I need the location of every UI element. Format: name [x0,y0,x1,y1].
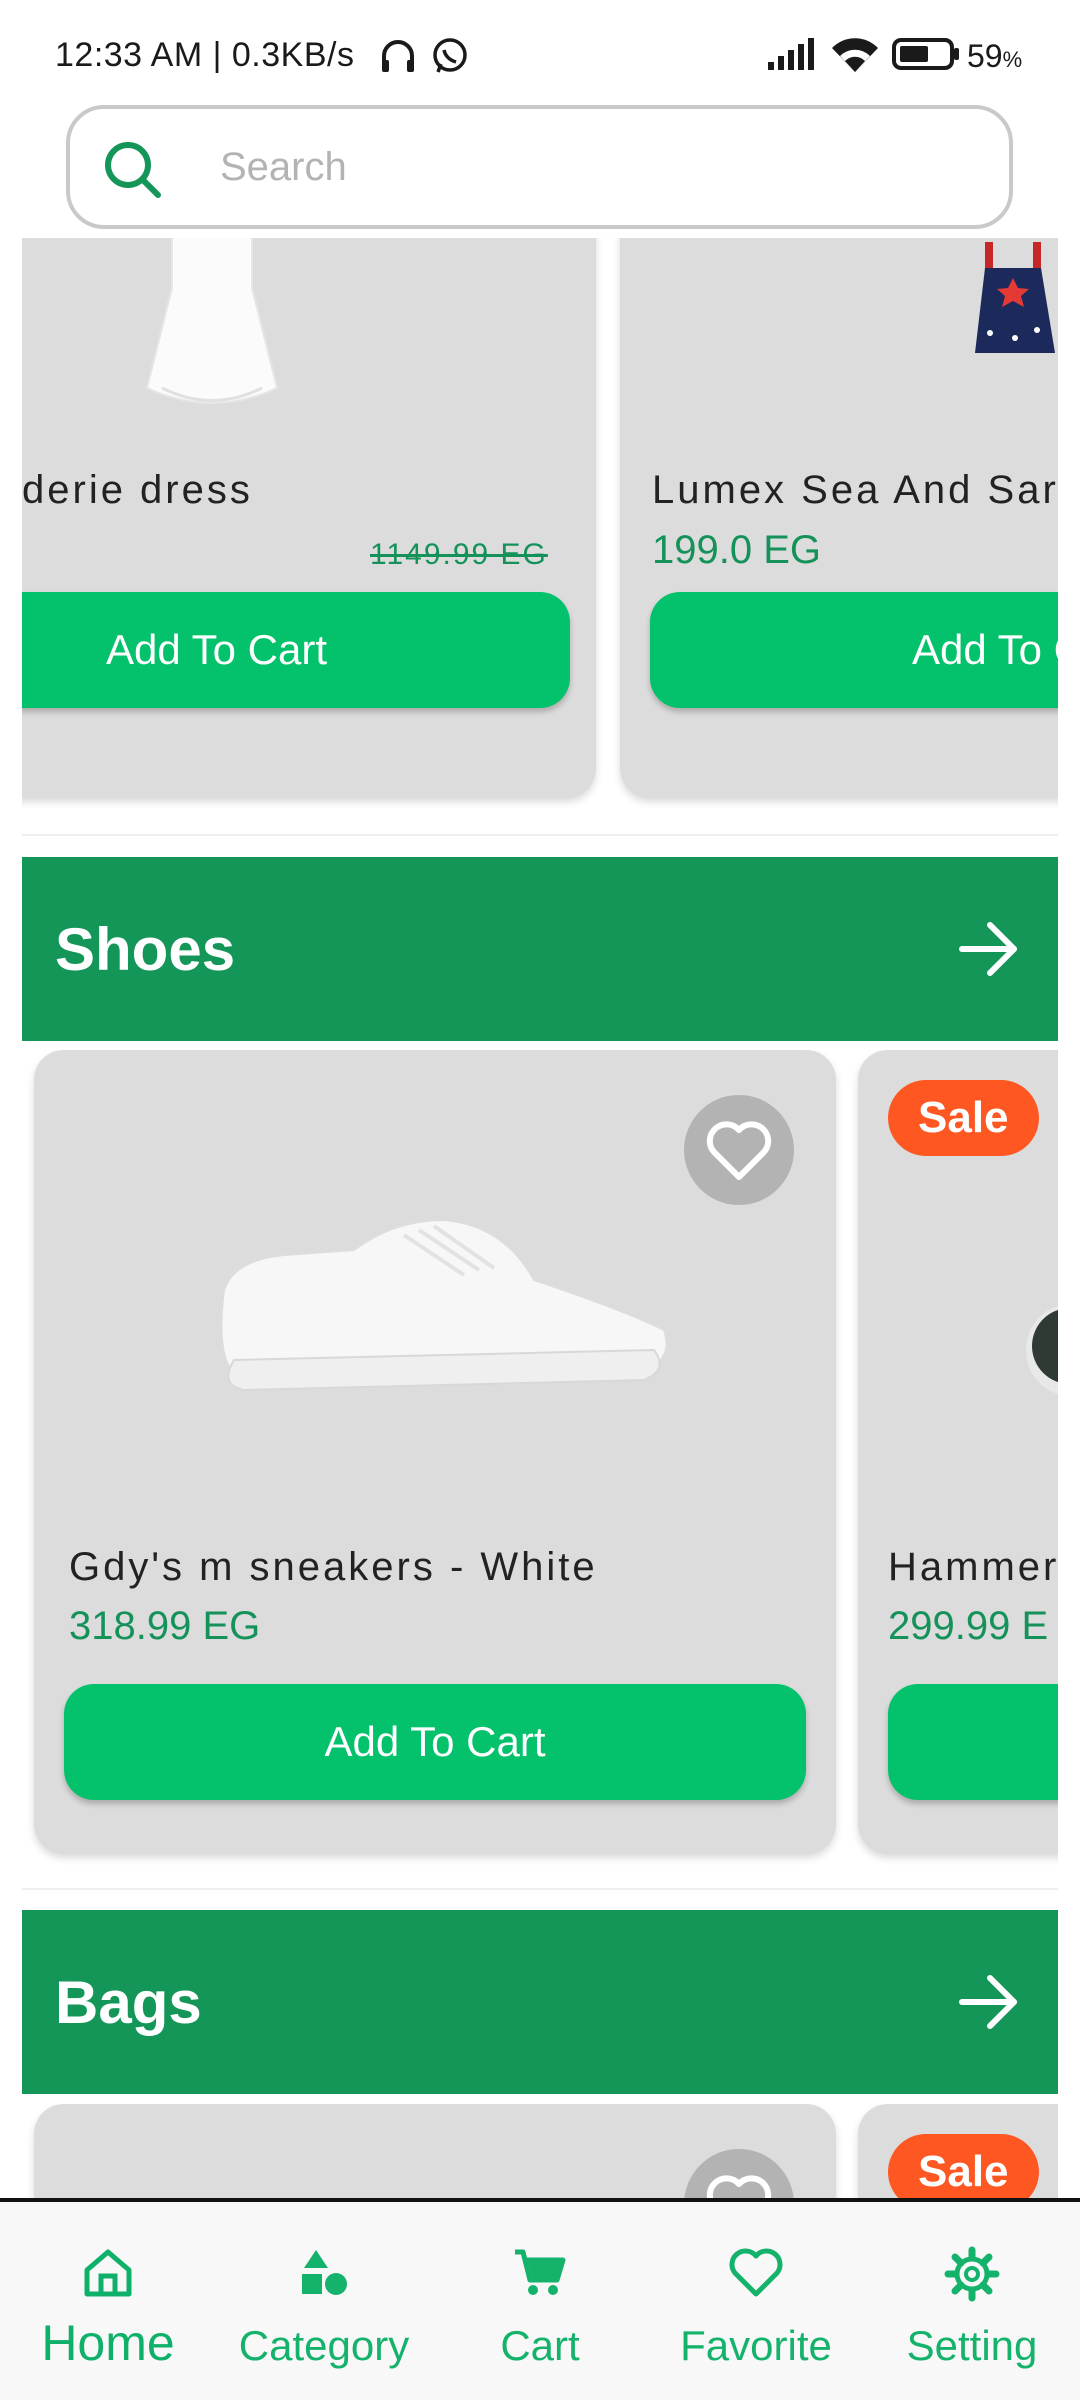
section-title: Shoes [55,916,236,983]
section-title: Bags [55,1969,202,2036]
product-carousel[interactable]: derie dress G 1149.99 EG Add To Cart Lum… [22,238,1058,808]
favorite-button[interactable] [684,1095,794,1205]
section-header-bags[interactable]: Bags [22,1910,1058,2094]
wifi-icon [830,36,880,79]
section-divider [22,834,1058,836]
category-icon [297,2246,351,2305]
arrow-right-icon[interactable] [958,919,1022,984]
product-price: 318.99 EG [69,1604,261,1648]
product-name: Gdy's m sneakers - White [69,1545,598,1589]
product-price: 299.99 E [888,1604,1049,1648]
product-card[interactable]: Sale [858,2104,1058,2198]
section-divider [22,1888,1058,1890]
battery-percentage: 59% [967,38,1023,74]
nav-label: Setting [906,2322,1038,2369]
gear-icon [944,2246,1000,2307]
app-screen: 12:33 AM | 0.3KB/s 59% Search derie dres… [0,0,1080,2400]
cart-icon [513,2246,567,2305]
battery-icon [892,36,962,77]
product-name: derie dress [22,468,253,512]
heart-icon [728,2246,784,2305]
product-name: Hammer [888,1545,1058,1589]
nav-item-category[interactable]: Category [216,2202,432,2400]
add-to-cart-button[interactable] [888,1684,1058,1800]
product-name: Lumex Sea And Sar [652,468,1058,512]
headphones-icon [378,36,418,81]
status-bar: 12:33 AM | 0.3KB/s 59% [0,0,1080,100]
nav-item-favorite[interactable]: Favorite [648,2202,864,2400]
product-old-price: 1149.99 EG [370,538,548,571]
product-carousel[interactable]: Gdy's m sneakers - White 318.99 EG Add T… [22,1050,1058,1870]
product-card[interactable]: Sale Hammer 299.99 E [858,1050,1058,1854]
nav-label: Favorite [680,2322,832,2369]
product-image [975,238,1055,363]
add-to-cart-button[interactable]: Add To C [650,592,1058,708]
search-icon[interactable] [102,139,164,206]
signal-icon [766,36,818,77]
product-image [102,238,322,443]
product-image [204,1200,684,1405]
nav-item-cart[interactable]: Cart [432,2202,648,2400]
nav-label: Category [238,2322,410,2369]
nav-label: Home [41,2315,175,2371]
sale-badge: Sale [888,1080,1039,1156]
add-to-cart-button[interactable]: Add To Cart [64,1684,806,1800]
nav-label: Cart [500,2322,580,2369]
product-card[interactable]: derie dress G 1149.99 EG Add To Cart [22,238,596,798]
product-carousel[interactable]: Sale [22,2104,1058,2198]
add-to-cart-button[interactable]: Add To Cart [22,592,570,708]
product-card[interactable]: Gdy's m sneakers - White 318.99 EG Add T… [34,1050,836,1854]
search-bar[interactable] [66,105,1013,229]
product-card[interactable]: Lumex Sea And Sar 199.0 EG Add To C [620,238,1058,798]
product-card[interactable] [34,2104,836,2198]
bottom-navigation: Home Category Cart Favorite Setting [0,2198,1080,2400]
nav-item-setting[interactable]: Setting [864,2202,1080,2400]
arrow-right-icon[interactable] [958,1972,1022,2037]
search-input[interactable] [220,135,960,199]
whatsapp-icon [430,36,470,81]
product-image [1018,1300,1058,1405]
sale-badge: Sale [888,2134,1039,2198]
home-icon [81,2246,135,2305]
favorite-button[interactable] [684,2149,794,2198]
home-feed[interactable]: derie dress G 1149.99 EG Add To Cart Lum… [0,238,1080,2198]
section-header-shoes[interactable]: Shoes [22,857,1058,1041]
product-price: 199.0 EG [652,528,822,572]
status-time: 12:33 AM | 0.3KB/s [55,36,355,74]
nav-item-home[interactable]: Home [0,2202,216,2400]
